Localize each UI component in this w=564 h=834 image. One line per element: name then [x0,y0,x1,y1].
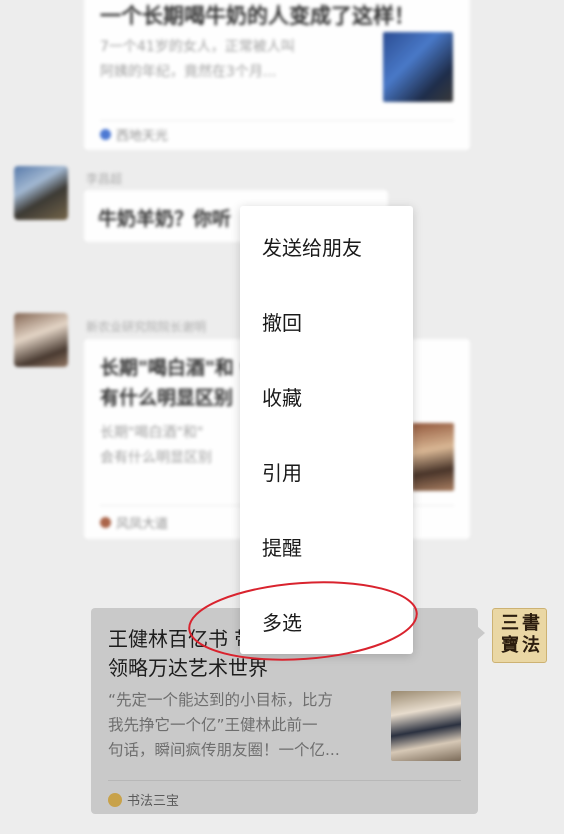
card-separator [108,780,461,781]
chat-view: 一个长期喝牛奶的人变成了这样！ 7一个41岁的女人，正常被人叫 阿姨的年纪，竟然… [0,0,564,834]
bubble-tail [477,626,485,640]
article-thumbnail [391,691,461,761]
message-text: 牛奶羊奶？你听 [98,208,232,230]
source-logo-icon [108,792,122,807]
menu-item-multi-select[interactable]: 多选 [262,607,302,636]
avatar-char: 法 [522,635,540,656]
avatar-char: 書 [522,613,540,634]
article-thumbnail [412,423,454,491]
article-desc: “先定一个能达到的小目标，比方 我先挣它一个亿”王健林此前一 句话，瞬间疯传朋友… [108,691,340,759]
source-logo-icon [100,517,111,528]
article-thumbnail [383,32,453,102]
article-title: 一个长期喝牛奶的人变成了这样！ [100,4,415,28]
card-separator [100,120,454,121]
menu-item-favorite[interactable]: 收藏 [262,382,302,411]
source-logo-icon [100,129,111,140]
avatar-char: 三 [501,613,519,634]
menu-item-remind[interactable]: 提醒 [262,532,302,561]
article-source-name: 西地天光 [116,129,169,144]
avatar[interactable] [14,313,68,367]
article-source: 书法三宝 [108,790,179,809]
article-source-name: 风凤大道 [116,517,169,532]
menu-item-quote[interactable]: 引用 [262,457,302,486]
avatar-char: 寶 [501,635,519,656]
article-card-top[interactable]: 一个长期喝牛奶的人变成了这样！ 7一个41岁的女人，正常被人叫 阿姨的年纪，竟然… [84,0,470,150]
article-source-name: 书法三宝 [127,794,180,809]
menu-item-recall[interactable]: 撤回 [262,307,302,336]
menu-item-send-to-friend[interactable]: 发送给朋友 [262,232,362,261]
article-desc: 7一个41岁的女人，正常被人叫 阿姨的年纪，竟然在3个月... [100,39,295,80]
sender-name: 李昌超 [86,172,123,186]
article-source: 风凤大道 [100,513,168,532]
avatar[interactable] [14,166,68,220]
sender-name: 新农业研究院院长谢明 [86,320,207,334]
message-context-menu: 发送给朋友 撤回 收藏 引用 提醒 多选 [240,206,413,654]
article-source: 西地天光 [100,125,168,144]
avatar[interactable]: 三 書 寶 法 [492,608,547,663]
